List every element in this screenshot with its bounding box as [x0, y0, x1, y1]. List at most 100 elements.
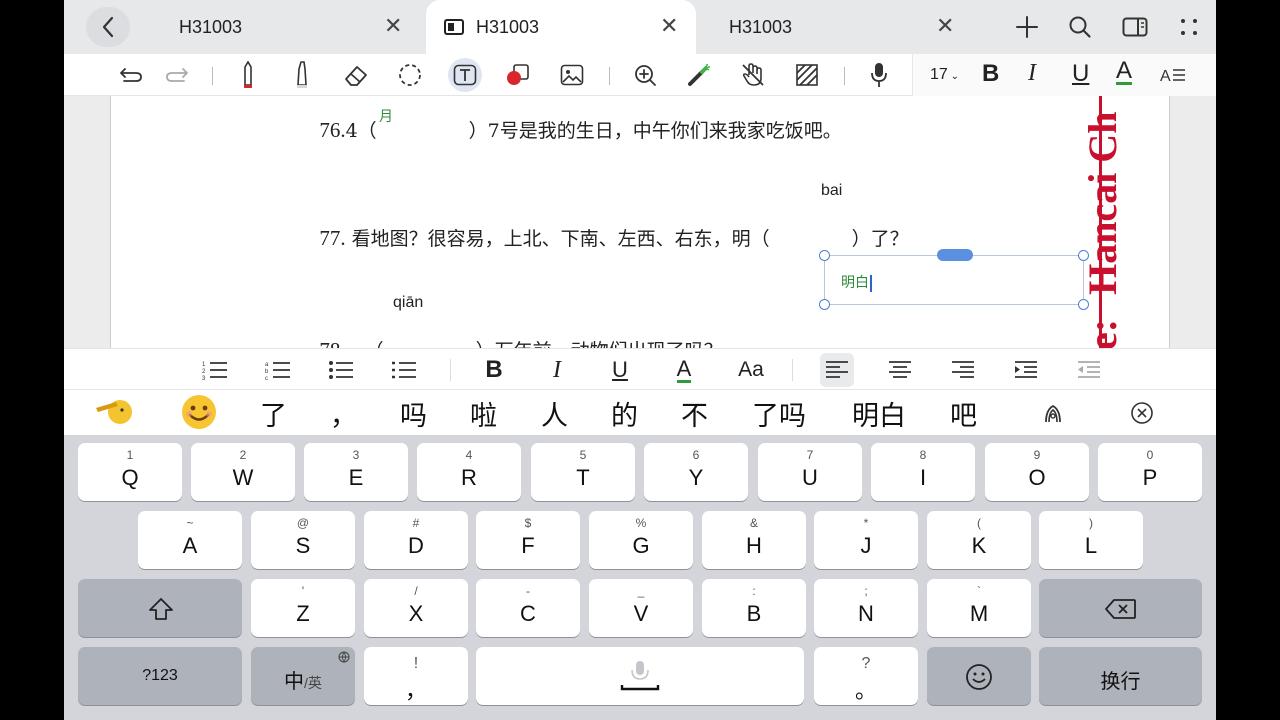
key-b[interactable]: :B: [702, 579, 806, 637]
candidate-word[interactable]: 不: [681, 394, 708, 433]
close-icon[interactable]: ✕: [384, 14, 402, 39]
key-w[interactable]: 2W: [191, 443, 295, 501]
emoji-key[interactable]: [927, 647, 1031, 705]
key-v[interactable]: _ V: [589, 579, 693, 637]
bullet-list-button[interactable]: [324, 353, 358, 387]
key-d[interactable]: # D: [364, 511, 468, 569]
candidate-word[interactable]: 吧: [950, 394, 977, 433]
inserted-text-box[interactable]: 明白: [819, 249, 1089, 310]
key-c[interactable]: -C: [476, 579, 580, 637]
font-color-button[interactable]: A: [1116, 59, 1133, 85]
redo-button[interactable]: [160, 58, 194, 92]
font-size-select[interactable]: 17 ⌄: [930, 66, 959, 84]
document-canvas[interactable]: 76.4（ ）7号是我的生日，中午你们来我家吃饭吧。 月 bai 77. 看地图？…: [64, 96, 1216, 348]
text-box-tool[interactable]: [448, 58, 482, 92]
hand-tool[interactable]: [736, 58, 770, 92]
candidate-word[interactable]: 人: [541, 394, 568, 433]
search-button[interactable]: [1061, 8, 1099, 46]
zoom-tool[interactable]: [628, 58, 662, 92]
key-j[interactable]: * J: [814, 511, 918, 569]
key-p[interactable]: 0P: [1098, 443, 1202, 501]
key-h[interactable]: & H: [702, 511, 806, 569]
key-e[interactable]: 3E: [304, 443, 408, 501]
numbered-list-button[interactable]: 123: [198, 353, 232, 387]
resize-handle-bottom-left[interactable]: [819, 299, 830, 310]
key-i[interactable]: 8I: [871, 443, 975, 501]
text-box-content[interactable]: 明白: [841, 272, 872, 292]
undo-button[interactable]: [114, 58, 148, 92]
underline-button[interactable]: U: [603, 353, 637, 387]
pen-tool[interactable]: [231, 58, 265, 92]
more-button[interactable]: [1170, 8, 1208, 46]
dash-list-button[interactable]: [387, 353, 421, 387]
close-icon[interactable]: ✕: [936, 14, 954, 39]
key-r[interactable]: 4R: [417, 443, 521, 501]
comma-key[interactable]: !，: [364, 647, 468, 705]
key-k[interactable]: (K: [927, 511, 1031, 569]
back-button[interactable]: [86, 7, 130, 47]
candidate-word[interactable]: 了: [260, 394, 287, 433]
key-q[interactable]: 1Q: [78, 443, 182, 501]
resize-handle-bottom-right[interactable]: [1078, 299, 1089, 310]
italic-button[interactable]: I: [540, 353, 574, 387]
eraser-tool[interactable]: [339, 58, 373, 92]
backspace-key[interactable]: [1039, 579, 1202, 637]
emoji-button[interactable]: [180, 393, 218, 436]
sidebar-toggle-button[interactable]: [1116, 8, 1154, 46]
ime-logo-icon[interactable]: [94, 394, 134, 435]
key-s[interactable]: @ S: [251, 511, 355, 569]
font-size-button[interactable]: Aa: [731, 353, 771, 387]
align-center-button[interactable]: [883, 353, 917, 387]
resize-handle-top-left[interactable]: [819, 250, 830, 261]
image-tool[interactable]: [555, 58, 589, 92]
underline-button[interactable]: U: [1072, 60, 1089, 88]
pattern-tool[interactable]: [790, 58, 824, 92]
laser-pointer-tool[interactable]: [682, 58, 716, 92]
dismiss-candidates-button[interactable]: [1130, 401, 1154, 430]
align-right-button[interactable]: [946, 353, 980, 387]
align-left-button[interactable]: [820, 353, 854, 387]
italic-button[interactable]: I: [1028, 60, 1036, 87]
text-style-button[interactable]: A: [1156, 58, 1190, 92]
key-o[interactable]: 9O: [985, 443, 1089, 501]
return-key[interactable]: 换行: [1039, 647, 1202, 705]
shift-key[interactable]: [78, 579, 242, 637]
key-z[interactable]: ' Z: [251, 579, 355, 637]
candidate-word[interactable]: 明白: [852, 394, 906, 433]
lasso-tool[interactable]: [393, 58, 427, 92]
font-color-button[interactable]: A: [667, 353, 701, 387]
language-switch-key[interactable]: 中/英: [251, 647, 355, 705]
candidate-word[interactable]: 吗: [400, 394, 427, 433]
outdent-button[interactable]: [1072, 353, 1106, 387]
candidate-word[interactable]: ，: [330, 394, 357, 433]
lettered-list-button[interactable]: abc: [261, 353, 295, 387]
space-key[interactable]: [476, 647, 804, 705]
bold-button[interactable]: B: [982, 60, 999, 88]
highlighter-tool[interactable]: [285, 58, 319, 92]
key-x[interactable]: / X: [364, 579, 468, 637]
shape-tool[interactable]: [501, 58, 535, 92]
new-tab-button[interactable]: [1008, 8, 1046, 46]
indent-button[interactable]: [1009, 353, 1043, 387]
key-n[interactable]: ; N: [814, 579, 918, 637]
key-t[interactable]: 5T: [531, 443, 635, 501]
key-g[interactable]: % G: [589, 511, 693, 569]
period-key[interactable]: ?。: [814, 647, 918, 705]
key-f[interactable]: $ F: [476, 511, 580, 569]
key-u[interactable]: 7U: [758, 443, 862, 501]
key-a[interactable]: ~ A: [138, 511, 242, 569]
key-l[interactable]: ) L: [1039, 511, 1143, 569]
candidate-word[interactable]: 的: [611, 394, 638, 433]
close-icon[interactable]: ✕: [660, 14, 678, 39]
key-m[interactable]: ` M: [927, 579, 1031, 637]
bold-button[interactable]: B: [477, 353, 511, 387]
key-y[interactable]: 6Y: [644, 443, 748, 501]
numbers-key[interactable]: ?123: [78, 647, 242, 705]
tab-document-1[interactable]: H31003 ✕: [144, 0, 412, 54]
handwriting-button[interactable]: [1042, 402, 1064, 429]
tab-document-3[interactable]: H31003 ✕: [696, 0, 964, 54]
voice-input-button[interactable]: [862, 58, 896, 92]
tab-document-2-active[interactable]: H31003 ✕: [426, 0, 696, 54]
candidate-word[interactable]: 啦: [470, 394, 497, 433]
resize-handle-top-right[interactable]: [1078, 250, 1089, 261]
